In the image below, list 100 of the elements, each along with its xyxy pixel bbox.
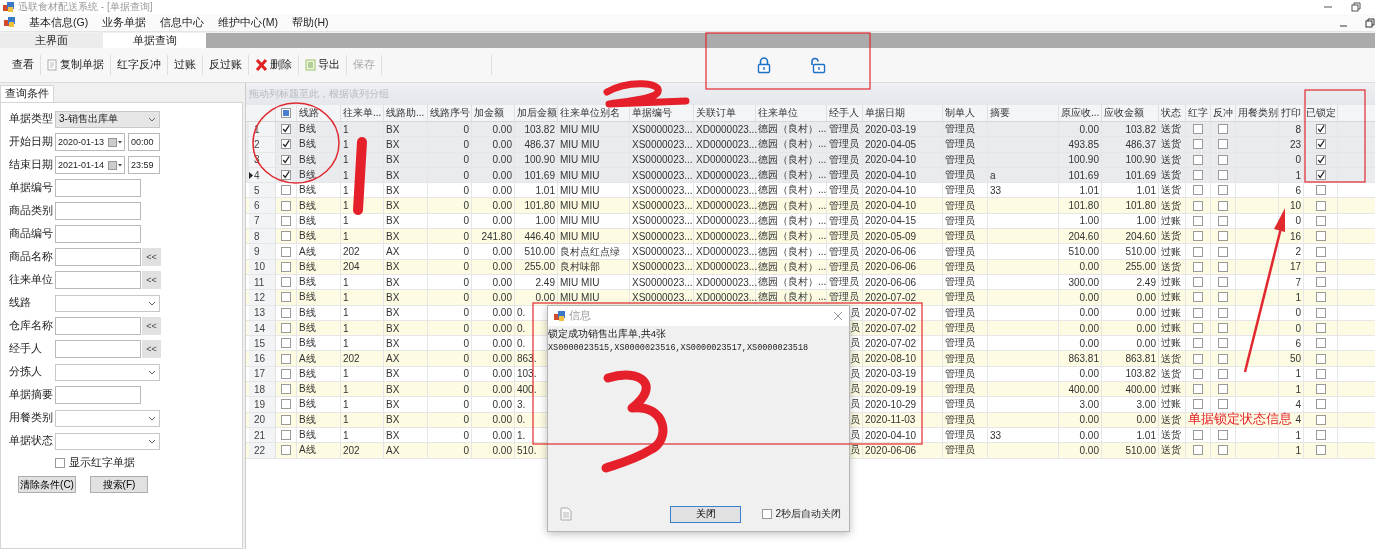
table-cell: 2020-06-06: [865, 276, 917, 288]
table-cell: 0.00: [492, 368, 512, 380]
table-cell: 1: [343, 337, 349, 349]
table-cell: B线: [299, 275, 316, 290]
table-cell: B线: [299, 321, 316, 335]
table-cell: 3.00: [1136, 399, 1156, 410]
table-cell: XS0000023...: [632, 215, 693, 227]
dialog-title: 信息: [569, 309, 591, 323]
table-cell: 过账: [1161, 213, 1181, 228]
table-cell: XD0000023...: [696, 138, 758, 150]
table-cell: 管理员: [945, 275, 975, 290]
table-cell: B线: [299, 213, 316, 228]
table-cell: 1.01: [535, 184, 555, 196]
table-cell: 管理员: [945, 137, 975, 152]
row-number: 11: [254, 276, 265, 288]
table-cell: 2020-04-10: [865, 429, 917, 441]
table-cell: 23: [1289, 138, 1301, 150]
table-cell: 德园（良村）...: [758, 183, 827, 198]
table-cell: 1: [343, 215, 349, 227]
table-cell: 2020-04-10: [865, 154, 917, 166]
table-cell: B线: [299, 183, 316, 198]
table-cell: MIU MIU: [560, 154, 600, 166]
table-cell: 1: [343, 123, 349, 135]
table-cell: 1.01: [1079, 184, 1099, 196]
table-cell: 101.69: [1068, 169, 1099, 181]
table-cell: B线: [299, 198, 316, 213]
table-cell: 0: [463, 414, 469, 426]
field-label: 单据状态: [9, 434, 54, 448]
table-cell: 管理员: [945, 183, 975, 198]
table-cell: 送货: [1161, 259, 1181, 274]
table-cell: 0.00: [535, 291, 555, 303]
table-cell: 204.60: [1068, 230, 1099, 242]
checkbox-label: 显示红字单据: [69, 456, 135, 470]
table-cell: 202: [343, 353, 360, 365]
table-cell: 德园（良村）...: [758, 122, 827, 137]
table-cell: 管理员: [829, 168, 859, 183]
table-cell: 送货: [1161, 168, 1181, 183]
table-cell: 管理员: [945, 366, 975, 381]
table-cell: 过账: [1161, 397, 1181, 412]
table-cell: 510.: [517, 444, 537, 456]
table-cell: 255.00: [524, 261, 555, 273]
table-cell: 管理员: [945, 412, 975, 427]
table-cell: 0.00: [492, 414, 512, 426]
table-cell: AX: [386, 246, 400, 257]
row-number: 9: [254, 246, 260, 257]
table-cell: 0: [463, 184, 469, 196]
field-label: 单据摘要: [9, 388, 54, 402]
table-cell: 2020-04-10: [865, 184, 917, 196]
row-number: 4: [254, 169, 260, 181]
table-cell: XS0000023...: [632, 230, 693, 242]
table-cell: 管理员: [829, 275, 859, 290]
table-cell: 德园（良村）...: [758, 137, 827, 152]
table-cell: BX: [386, 261, 400, 273]
table-cell: B线: [299, 290, 316, 305]
table-cell: 0: [463, 322, 469, 334]
table-cell: 2020-09-19: [865, 383, 917, 395]
table-cell: 103.82: [1125, 123, 1156, 135]
table-cell: 员: [850, 382, 860, 397]
table-cell: 3.00: [1079, 399, 1099, 410]
table-cell: 1: [343, 414, 349, 426]
table-cell: 0.00: [1079, 414, 1099, 426]
table-cell: 1.00: [1136, 215, 1156, 227]
table-cell: 0.00: [492, 154, 512, 166]
table-cell: 100.90: [524, 154, 555, 166]
table-cell: 员: [850, 321, 860, 335]
table-cell: B线: [299, 412, 316, 427]
row-number: 12: [254, 291, 266, 303]
row-number: 22: [254, 444, 266, 456]
table-cell: 2.49: [535, 276, 555, 288]
table-cell: XD0000023...: [696, 200, 758, 212]
table-cell: 管理员: [829, 152, 859, 167]
table-cell: 管理员: [945, 213, 975, 228]
table-cell: BX: [386, 291, 400, 303]
table-cell: 管理员: [945, 152, 975, 167]
table-cell: 送货: [1161, 412, 1181, 427]
table-cell: 100.90: [1125, 154, 1156, 166]
table-cell: 2020-04-10: [865, 169, 917, 181]
field-label: 商品编号: [9, 227, 54, 241]
row-number: 10: [254, 261, 266, 273]
table-cell: 管理员: [829, 290, 859, 305]
table-cell: MIU MIU: [560, 169, 600, 181]
table-cell: 管理员: [829, 213, 859, 228]
table-cell: 0.00: [1136, 322, 1156, 334]
field-label: 开始日期: [9, 135, 54, 149]
table-cell: 0: [463, 291, 469, 303]
table-cell: B线: [299, 366, 316, 381]
table-cell: 管理员: [945, 122, 975, 137]
table-cell: 0.00: [1079, 307, 1099, 319]
table-cell: 33: [990, 184, 1002, 196]
table-cell: MIU MIU: [560, 291, 600, 303]
table-cell: XS0000023...: [632, 200, 693, 212]
table-cell: 17: [1289, 261, 1301, 273]
table-cell: 2020-04-10: [865, 200, 917, 212]
table-cell: 0: [1295, 154, 1301, 166]
field-label: 商品类别: [9, 204, 54, 218]
table-cell: XS0000023...: [632, 261, 693, 273]
table-cell: 0.00: [492, 337, 512, 349]
table-cell: 0.00: [1136, 291, 1156, 303]
table-cell: 1: [343, 138, 349, 150]
table-cell: BX: [386, 123, 400, 135]
